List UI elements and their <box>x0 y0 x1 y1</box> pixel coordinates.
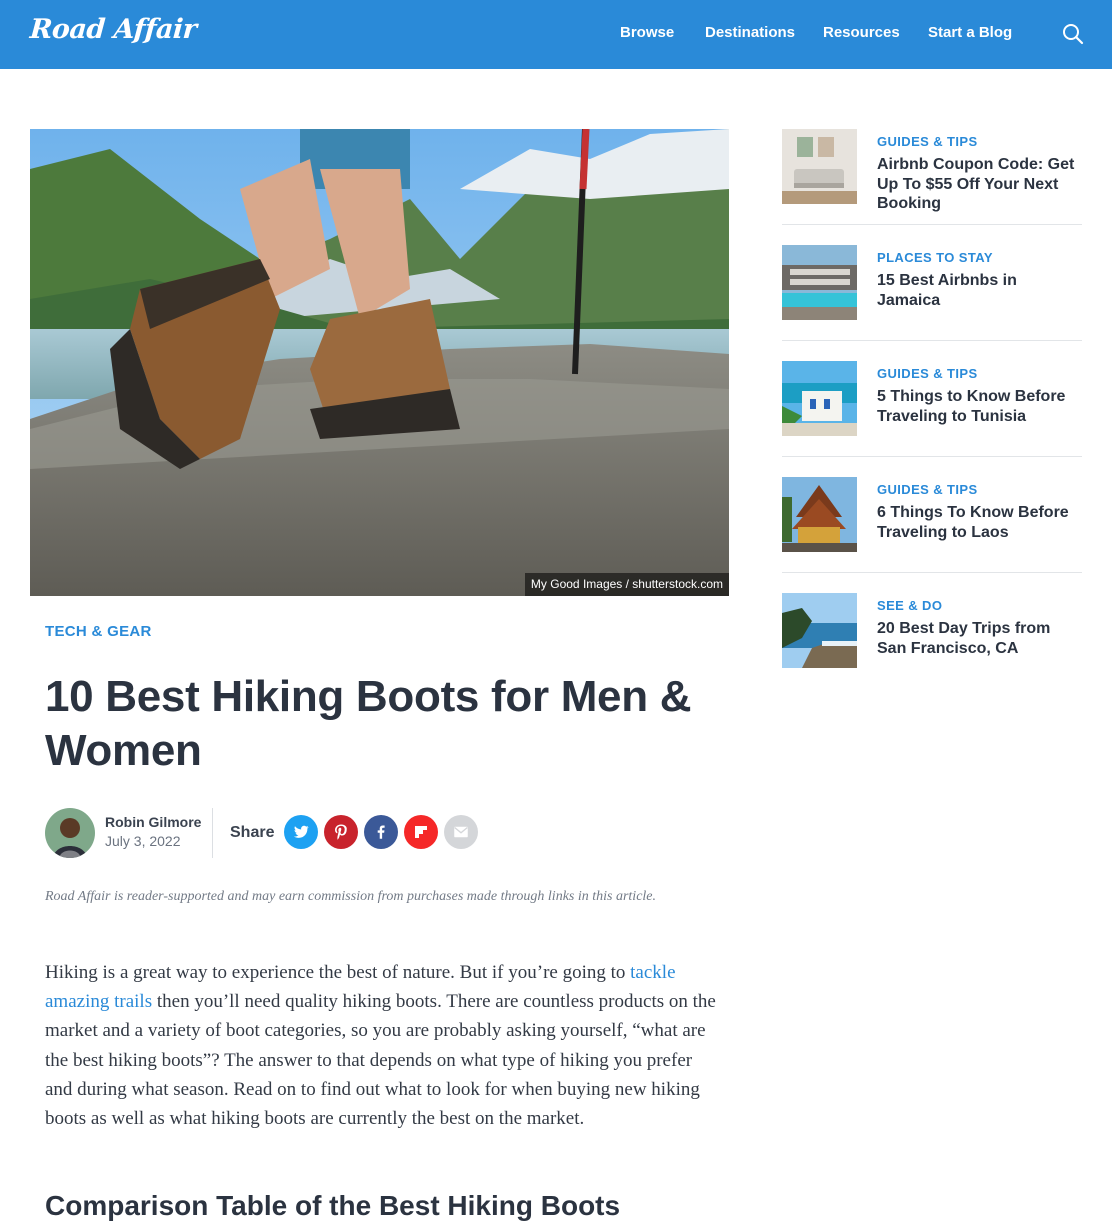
hero-image: My Good Images / shutterstock.com <box>30 129 729 596</box>
author-name[interactable]: Robin Gilmore <box>105 814 201 830</box>
intro-text-start: Hiking is a great way to experience the … <box>45 962 631 983</box>
sidebar-title[interactable]: 20 Best Day Trips from San Francisco, CA <box>877 619 1082 658</box>
site-header: Road Affair Browse Destinations Resource… <box>0 0 1112 69</box>
section-heading: Comparison Table of the Best Hiking Boot… <box>45 1190 621 1221</box>
pinterest-share-button[interactable] <box>324 815 358 849</box>
sidebar-category[interactable]: PLACES TO STAY <box>877 250 993 265</box>
sidebar-thumbnail[interactable] <box>782 593 857 668</box>
sidebar-category[interactable]: SEE & DO <box>877 598 942 613</box>
facebook-icon <box>377 825 385 839</box>
affiliate-disclaimer: Road Affair is reader-supported and may … <box>45 889 657 904</box>
author-avatar[interactable] <box>45 808 95 858</box>
sidebar-category[interactable]: GUIDES & TIPS <box>877 482 978 497</box>
flipboard-share-button[interactable] <box>404 815 438 849</box>
sidebar-category[interactable]: GUIDES & TIPS <box>877 134 978 149</box>
article-intro: Hiking is a great way to experience the … <box>45 958 721 1133</box>
twitter-share-button[interactable] <box>284 815 318 849</box>
sidebar-item-tunisia[interactable]: GUIDES & TIPS 5 Things to Know Before Tr… <box>782 361 1082 457</box>
article-category[interactable]: TECH & GEAR <box>45 623 152 640</box>
facebook-share-button[interactable] <box>364 815 398 849</box>
sidebar-item-airbnbs-jamaica[interactable]: PLACES TO STAY 15 Best Airbnbs in Jamaic… <box>782 245 1082 341</box>
email-share-button[interactable] <box>444 815 478 849</box>
sidebar-title[interactable]: 15 Best Airbnbs in Jamaica <box>877 271 1082 310</box>
sidebar-title[interactable]: Airbnb Coupon Code: Get Up To $55 Off Yo… <box>877 155 1082 214</box>
sidebar-item-airbnb-coupon[interactable]: GUIDES & TIPS Airbnb Coupon Code: Get Up… <box>782 129 1082 225</box>
meta-divider <box>212 808 213 858</box>
sidebar-thumbnail[interactable] <box>782 245 857 320</box>
search-icon[interactable] <box>1061 22 1085 46</box>
article-title: 10 Best Hiking Boots for Men & Women <box>45 672 692 775</box>
sidebar-thumbnail[interactable] <box>782 129 857 204</box>
sidebar-title[interactable]: 6 Things To Know Before Traveling to Lao… <box>877 503 1082 542</box>
nav-destinations[interactable]: Destinations <box>705 24 795 41</box>
site-logo[interactable]: Road Affair <box>29 14 198 45</box>
flipboard-icon <box>415 826 427 838</box>
share-label: Share <box>230 824 275 841</box>
sidebar-divider <box>782 340 1082 341</box>
nav-resources[interactable]: Resources <box>823 24 900 41</box>
image-credit: My Good Images / shutterstock.com <box>524 573 729 596</box>
sidebar-category[interactable]: GUIDES & TIPS <box>877 366 978 381</box>
twitter-icon <box>293 825 309 838</box>
email-icon <box>454 826 468 838</box>
sidebar-thumbnail[interactable] <box>782 361 857 436</box>
sidebar-divider <box>782 456 1082 457</box>
sidebar-divider <box>782 572 1082 573</box>
sidebar-divider <box>782 224 1082 225</box>
publish-date: July 3, 2022 <box>105 833 181 849</box>
sidebar-item-laos[interactable]: GUIDES & TIPS 6 Things To Know Before Tr… <box>782 477 1082 573</box>
sidebar-thumbnail[interactable] <box>782 477 857 552</box>
sidebar-title[interactable]: 5 Things to Know Before Traveling to Tun… <box>877 387 1082 426</box>
nav-start-a-blog[interactable]: Start a Blog <box>928 24 1012 41</box>
sidebar-item-sf-day-trips[interactable]: SEE & DO 20 Best Day Trips from San Fran… <box>782 593 1082 689</box>
nav-browse[interactable]: Browse <box>620 24 674 41</box>
pinterest-icon <box>335 824 347 840</box>
